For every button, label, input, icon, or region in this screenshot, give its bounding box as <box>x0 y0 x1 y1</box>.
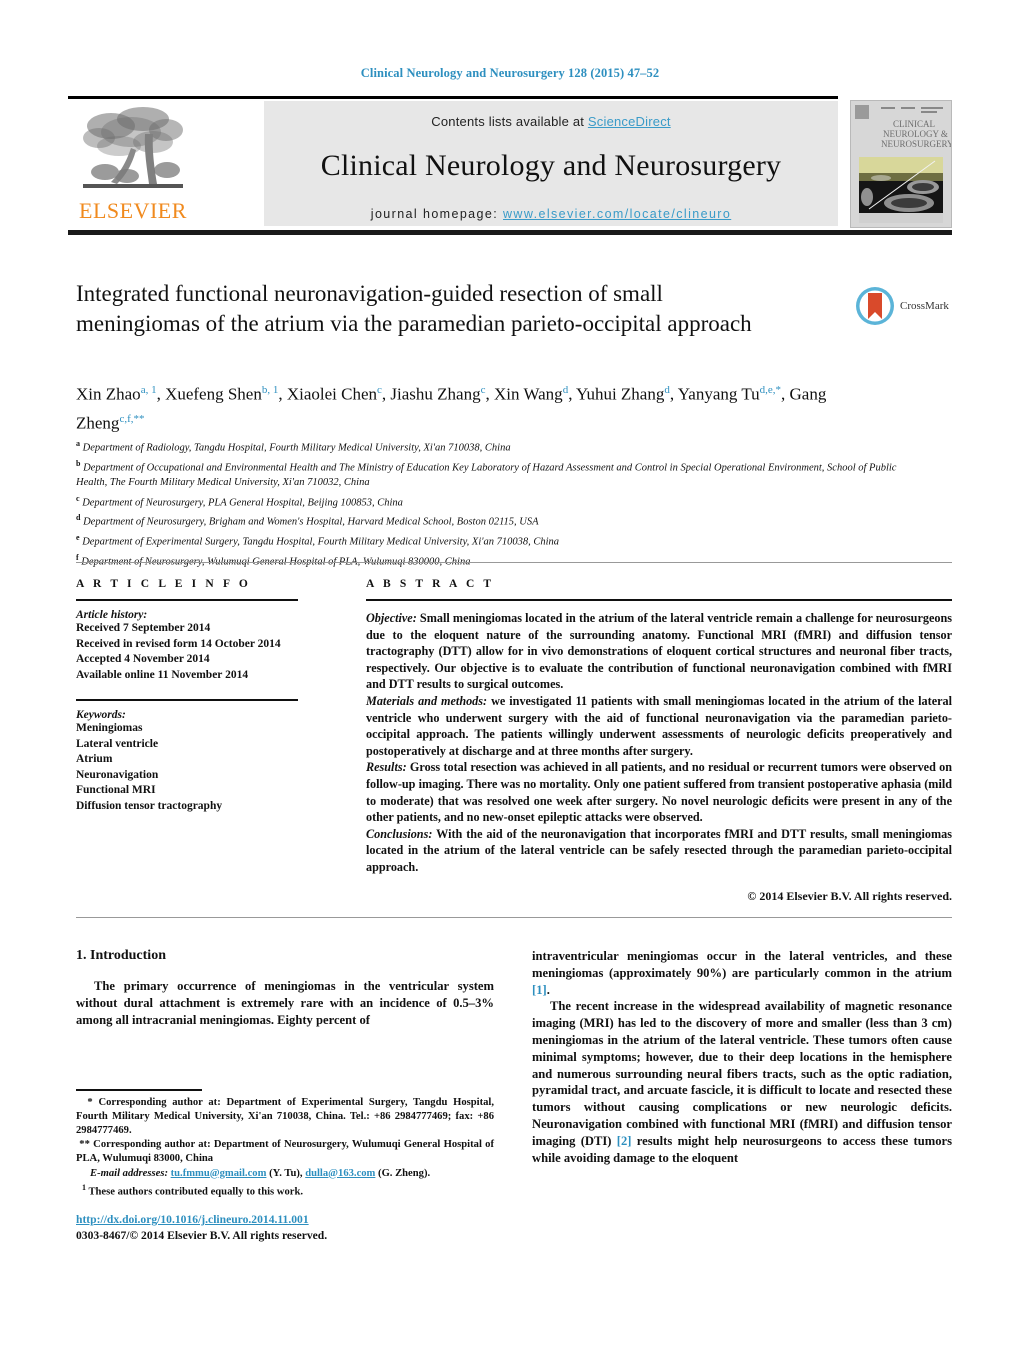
journal-title: Clinical Neurology and Neurosurgery <box>320 149 782 182</box>
article-history-label: Article history: <box>76 609 148 621</box>
author-list: Xin Zhaoa, 1, Xuefeng Shenb, 1, Xiaolei … <box>76 384 827 433</box>
affiliation-line: a Department of Radiology, Tangdu Hospit… <box>76 439 511 454</box>
keywords-rule <box>76 699 298 701</box>
affiliation-line: e Department of Experimental Surgery, Ta… <box>76 533 560 548</box>
article-history-item: Accepted 4 November 2014 <box>76 653 210 665</box>
keyword-item: Meningiomas <box>76 722 143 734</box>
abstract-column: A B S T R A C T Objective: Small meningi… <box>366 578 952 904</box>
keyword-item: Diffusion tensor tractography <box>76 799 223 812</box>
article-history-item: Received 7 September 2014 <box>76 622 211 634</box>
article-history-block: Article history: Received 7 September 20… <box>76 609 326 683</box>
body-column-left: 1. Introduction The primary occurrence o… <box>76 948 494 1028</box>
journal-cover-thumbnail: CLINICAL NEUROLOGY & NEUROSURGERY <box>850 100 952 228</box>
crossmark-icon <box>856 287 894 325</box>
page-title: Integrated functional neuronavigation-gu… <box>76 281 752 336</box>
svg-text:NEUROSURGERY: NEUROSURGERY <box>881 139 951 149</box>
body-column-right: intraventricular meningiomas occur in th… <box>532 948 952 1166</box>
footnote-corresponding-2: ** Corresponding author at: Department o… <box>76 1138 494 1164</box>
intro-paragraph-left: The primary occurrence of meningiomas in… <box>76 979 494 1027</box>
paper-page: Clinical Neurology and Neurosurgery 128 … <box>0 0 1020 1351</box>
journal-homepage-line: journal homepage: www.elsevier.com/locat… <box>264 207 838 221</box>
article-history-lines: Received 7 September 2014 Received in rev… <box>76 621 326 683</box>
footnote-corresponding-1: * Corresponding author at: Department of… <box>76 1096 494 1136</box>
masthead-top-rule <box>68 96 838 99</box>
affiliation-line: c Department of Neurosurgery, PLA Genera… <box>76 493 403 509</box>
affiliation-list: a Department of Radiology, Tangdu Hospit… <box>76 436 906 569</box>
citation-ref[interactable]: [2] <box>617 1134 632 1148</box>
panel-top-rule <box>76 562 952 563</box>
section-heading-introduction: 1. Introduction <box>76 948 166 963</box>
svg-text:CLINICAL: CLINICAL <box>893 119 935 129</box>
abstract-section: Materials and methods: we investigated 1… <box>366 693 952 758</box>
email-label: E-mail addresses: <box>90 1167 168 1179</box>
intro-paragraph-right-2: The recent increase in the widespread av… <box>532 999 952 1165</box>
citation-ref[interactable]: [1] <box>532 983 547 997</box>
abstract-section-label: Results: <box>366 760 407 775</box>
footnote-block: * Corresponding author at: Department of… <box>76 1089 494 1199</box>
journal-homepage-link[interactable]: www.elsevier.com/locate/clineuro <box>503 207 731 221</box>
journal-masthead: ELSEVIER Contents lists available at Sci… <box>68 96 952 236</box>
affiliation-line: d Department of Neurosurgery, Brigham an… <box>76 513 539 528</box>
affiliation-marker: f <box>76 552 79 562</box>
abstract-section-label: Materials and methods: <box>366 693 488 708</box>
article-info-rule <box>76 599 298 601</box>
footer-block: http://dx.doi.org/10.1016/j.clineuro.201… <box>76 1210 506 1242</box>
contents-prefix: Contents lists available at <box>431 114 588 129</box>
masthead-band: Contents lists available at ScienceDirec… <box>264 101 838 226</box>
doi-link[interactable]: http://dx.doi.org/10.1016/j.clineuro.201… <box>76 1213 309 1226</box>
footnote-rule <box>76 1089 202 1091</box>
footnote-marker: ** <box>76 1138 90 1150</box>
svg-text:NEUROLOGY &: NEUROLOGY & <box>883 129 948 139</box>
keyword-item: Functional MRI <box>76 784 156 796</box>
article-info-heading: A R T I C L E I N F O <box>76 578 251 590</box>
affiliation-line: b Department of Occupational and Environ… <box>76 458 897 489</box>
panel-bottom-rule <box>76 917 952 918</box>
crossmark-badge[interactable]: CrossMark <box>855 284 959 328</box>
abstract-copyright: © 2014 Elsevier B.V. All rights reserved… <box>747 888 952 903</box>
keywords-label: Keywords: <box>76 709 126 721</box>
abstract-heading: A B S T R A C T <box>366 578 495 590</box>
elsevier-tree-icon <box>83 107 183 188</box>
affiliation-marker: e <box>76 533 80 543</box>
affiliation-marker: c <box>76 493 80 503</box>
footnote-emails: E-mail addresses: tu.fmmu@gmail.com (Y. … <box>90 1167 431 1179</box>
affiliation-line: f Department of Neurosurgery, Wulumuqi G… <box>76 552 471 568</box>
issn-line: 0303-8467/© 2014 Elsevier B.V. All right… <box>76 1229 328 1242</box>
article-info-column: A R T I C L E I N F O Article history: R… <box>76 578 326 816</box>
intro-paragraph-right-1: intraventricular meningiomas occur in th… <box>532 949 952 997</box>
abstract-section: Objective: Small meningiomas located in … <box>366 611 952 692</box>
abstract-rule <box>366 599 952 601</box>
footnote-equal-contribution: 1 These authors contributed equally to t… <box>82 1182 303 1198</box>
footnote-marker: 1 <box>82 1182 86 1192</box>
abstract-section: Conclusions: With the aid of the neurona… <box>366 826 952 874</box>
abstract-section-label: Objective: <box>366 611 417 625</box>
keyword-item: Atrium <box>76 753 113 765</box>
footnote-marker: * <box>76 1096 93 1108</box>
article-history-item: Received in revised form 14 October 2014 <box>76 637 281 650</box>
keywords-block: Keywords: Meningiomas Lateral ventricle At… <box>76 709 326 814</box>
running-head: Clinical Neurology and Neurosurgery 128 … <box>360 66 660 80</box>
journal-cover-image: CLINICAL NEUROLOGY & NEUROSURGERY <box>851 101 951 227</box>
elsevier-wordmark: ELSEVIER <box>79 198 187 223</box>
affiliation-marker: d <box>76 513 81 523</box>
homepage-prefix: journal homepage: <box>370 207 503 221</box>
article-history-item: Available online 11 November 2014 <box>76 668 249 681</box>
masthead-bottom-rule <box>68 230 952 235</box>
abstract-body: Objective: Small meningiomas located in … <box>366 610 952 876</box>
sciencedirect-link[interactable]: ScienceDirect <box>588 114 671 129</box>
abstract-section-label: Conclusions: <box>366 826 433 841</box>
crossmark-label: CrossMark <box>900 300 949 312</box>
keyword-item: Lateral ventricle <box>76 737 159 750</box>
affiliation-marker: a <box>76 439 80 448</box>
keyword-item: Neuronavigation <box>76 768 159 781</box>
email-link-1[interactable]: tu.fmmu@gmail.com <box>171 1168 267 1179</box>
email-link-2[interactable]: dulla@163.com <box>305 1168 375 1179</box>
elsevier-logo: ELSEVIER <box>70 104 196 226</box>
keyword-lines: Meningiomas Lateral ventricle Atrium Neuron… <box>76 721 326 814</box>
affiliation-marker: b <box>76 458 81 468</box>
abstract-section: Results: Gross total resection was achie… <box>366 760 952 825</box>
contents-line: Contents lists available at ScienceDirec… <box>264 101 838 129</box>
